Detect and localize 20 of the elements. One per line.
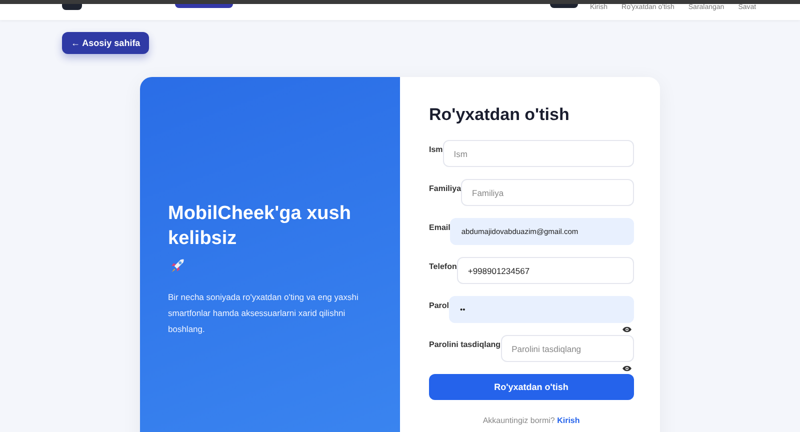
eye-icon[interactable] — [622, 365, 632, 372]
input-field[interactable]: Parolini tasdiqlang — [500, 335, 634, 362]
field-label: Ism — [429, 145, 443, 154]
welcome-text: Bir necha soniyada ro'yxatdan o'ting va eng yaxshi smartfonlar hamda aksessuarlarni xarid qilishni boshlang. — [168, 291, 360, 336]
welcome-title: MobilCheek'ga xush kelibsiz — [168, 202, 352, 251]
field-label: Telefon — [429, 262, 457, 271]
field-label: Familiya — [429, 184, 462, 193]
nav-button[interactable] — [175, 4, 233, 8]
field-label: Parol — [429, 301, 450, 310]
field-label: Email — [429, 223, 450, 232]
input-field[interactable]: +998901234567 — [456, 257, 634, 284]
submit-button[interactable]: Ro'yxatdan o'tish — [429, 374, 634, 400]
input-field[interactable]: Ism — [442, 140, 634, 167]
form-title: Ro'yxatdan o'tish — [429, 105, 570, 125]
login-prompt: Akkauntingiz bormi? Kirish — [482, 416, 581, 425]
login-link[interactable]: Kirish — [557, 416, 580, 425]
back-button[interactable]: ← Asosiy sahifa — [62, 32, 150, 54]
input-field[interactable]: Familiya — [461, 179, 634, 206]
field-label: Parolini tasdiqlang — [429, 340, 501, 349]
eye-icon[interactable] — [622, 326, 632, 333]
